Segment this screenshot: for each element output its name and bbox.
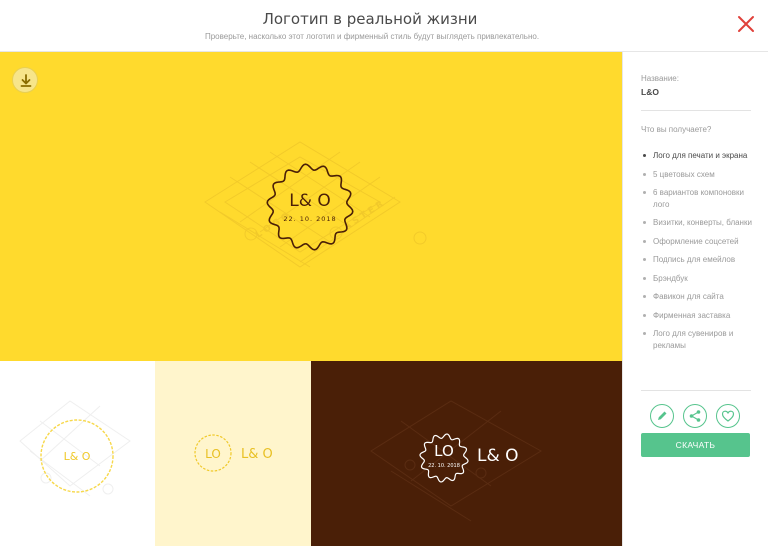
- divider: [641, 390, 751, 391]
- features-list: Лого для печати и экрана 5 цветовых схем…: [641, 150, 759, 358]
- download-icon[interactable]: [12, 67, 38, 93]
- name-label: Название:: [641, 74, 679, 83]
- svg-text:L& O: L& O: [64, 450, 91, 463]
- preview-panel-brown: LO 22. 10. 2018 L& O: [311, 361, 622, 546]
- feature-item: Оформление соцсетей: [641, 236, 759, 248]
- feature-item: Лого для сувениров и рекламы: [641, 328, 759, 351]
- name-value: L&O: [641, 87, 659, 97]
- action-buttons: [650, 404, 750, 428]
- divider: [641, 110, 751, 111]
- watermark-pattern-white: L& O: [19, 400, 131, 497]
- logo-horizontal-cream: LO L& O: [194, 434, 273, 472]
- preview-panel-white: L& O: [0, 361, 155, 546]
- sidebar: Название: L&O Что вы получаете? Лого для…: [622, 52, 768, 546]
- svg-text:L& O: L& O: [477, 446, 519, 466]
- download-button[interactable]: СКАЧАТЬ: [641, 433, 750, 457]
- feature-item: Фавикон для сайта: [641, 291, 759, 303]
- svg-text:L& O: L& O: [241, 447, 273, 462]
- logo-horizontal-brown: LO 22. 10. 2018 L& O: [370, 400, 542, 522]
- svg-text:LO: LO: [434, 442, 454, 460]
- logo-name-large: L& O: [289, 191, 331, 211]
- heart-icon[interactable]: [716, 404, 740, 428]
- edit-icon[interactable]: [650, 404, 674, 428]
- preview-panel-cream: LO L& O: [155, 361, 311, 546]
- feature-item: 6 вариантов компоновки лого: [641, 187, 759, 210]
- svg-text:LO: LO: [205, 447, 221, 461]
- modal-subtitle: Проверьте, насколько этот логотип и фирм…: [204, 32, 540, 41]
- close-icon[interactable]: [736, 14, 756, 34]
- feature-item: Лого для печати и экрана: [641, 150, 759, 162]
- feature-item: Брэндбук: [641, 273, 759, 285]
- logo-preview-area: L O G O A S T E R L& O 22. 10. 2018 L& O…: [0, 52, 622, 546]
- feature-item: Визитки, конверты, бланки: [641, 217, 759, 229]
- feature-item: 5 цветовых схем: [641, 169, 759, 181]
- feature-item: Подпись для емейлов: [641, 254, 759, 266]
- features-title: Что вы получаете?: [641, 125, 712, 134]
- preview-panel-yellow: L O G O A S T E R L& O 22. 10. 2018: [0, 52, 622, 361]
- modal-header: Логотип в реальной жизни Проверьте, наск…: [0, 0, 768, 52]
- feature-item: Фирменная заставка: [641, 310, 759, 322]
- share-icon[interactable]: [683, 404, 707, 428]
- logo-date-large: 22. 10. 2018: [283, 215, 337, 223]
- svg-text:22. 10. 2018: 22. 10. 2018: [428, 463, 460, 469]
- modal-title: Логотип в реальной жизни: [262, 10, 478, 28]
